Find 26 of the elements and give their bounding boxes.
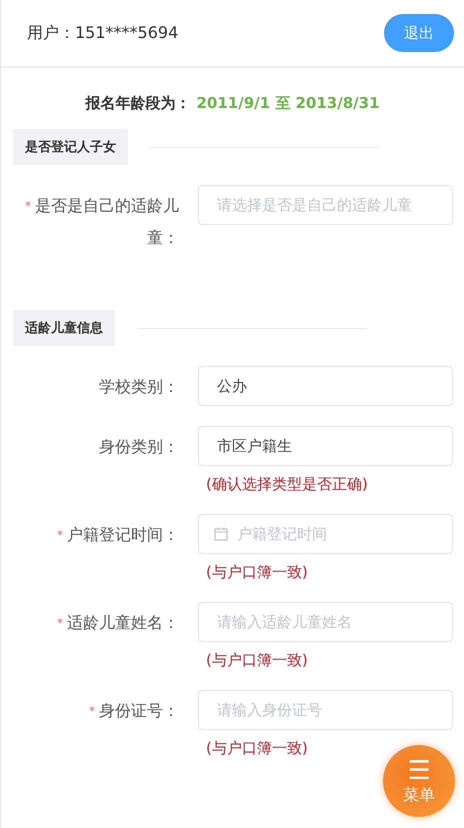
required-mark: * (89, 704, 95, 718)
field-label: 学校类别： (98, 376, 179, 398)
age-range-label: 报名年龄段为： (85, 94, 190, 113)
hint-text: (确认选择类型是否正确) (205, 474, 369, 494)
select-field[interactable]: 请选择是否是自己的适龄儿童 (198, 185, 453, 225)
section-title: 是否登记人子女 (13, 129, 128, 165)
field-label: 身份类别： (98, 436, 179, 458)
required-mark: * (57, 528, 63, 542)
select-field[interactable]: 市区户籍生 (198, 426, 453, 466)
section-title: 适龄儿童信息 (13, 310, 115, 346)
required-mark: * (57, 616, 63, 630)
hint-text: (与户口簿一致) (205, 562, 309, 582)
select-field[interactable]: 公办 (198, 366, 453, 406)
user-label: 用户：151****5694 (27, 22, 178, 44)
hint-text: (与户口簿一致) (205, 738, 309, 758)
hint-text: (与户口簿一致) (205, 650, 309, 670)
field-label: * 适龄儿童姓名： (56, 612, 179, 634)
date-field[interactable]: 户籍登记时间 (198, 514, 453, 554)
input-field[interactable]: 请输入身份证号 (198, 690, 453, 730)
input-field[interactable]: 请输入适龄儿童姓名 (198, 602, 453, 642)
calendar-icon (214, 527, 228, 541)
field-label: * 户籍登记时间： (56, 524, 179, 546)
field-label: * 是否是自己的适龄儿童： (24, 195, 179, 249)
age-range-value: 2011/9/1 至 2013/8/31 (196, 94, 380, 113)
field-label: * 身份证号： (88, 700, 179, 722)
required-mark: * (25, 199, 31, 213)
